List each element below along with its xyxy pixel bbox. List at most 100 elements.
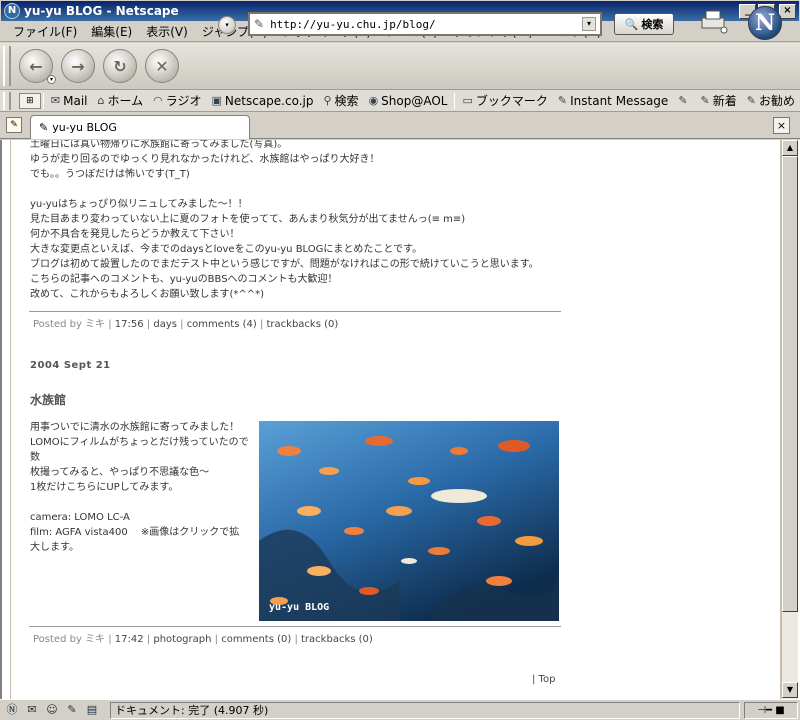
reload-button[interactable]: ↻ <box>103 49 137 83</box>
post2-body-line: camera: LOMO LC-A <box>30 512 130 523</box>
tab-label: yu-yu BLOG <box>52 121 117 134</box>
bookmark-link-icon: ✎ <box>746 94 756 107</box>
bookmark-link-icon: ✎ <box>557 94 568 107</box>
post1-line: yu-yuはちょっぴり似リニュしてみました～！！ <box>30 199 248 210</box>
tab-strip: ✎ ✎ yu-yu BLOG × <box>0 113 800 139</box>
post2-comments-link[interactable]: comments (0) <box>221 634 291 645</box>
folder-icon: ▭ <box>462 94 473 107</box>
bookmark-recommend[interactable]: ✎ お勧め <box>742 92 800 109</box>
aquarium-photo[interactable]: yu-yu BLOG <box>259 421 559 621</box>
bookmark-search[interactable]: ⚲ 検索 <box>318 92 363 109</box>
address-book-icon[interactable]: ▤ <box>84 702 100 718</box>
composer-status-icon[interactable]: ✎ <box>64 702 80 718</box>
post1-line: こちらの記事へのコメントも、yu-yuのBBSへのコメントも大歓迎！ <box>30 274 338 285</box>
bookmark-folder-label: ブックマーク <box>475 94 548 108</box>
search-button[interactable]: 🔍 検索 <box>614 13 674 35</box>
bookmark-folder[interactable]: ▭ ブックマーク <box>457 92 552 109</box>
bookmark-netscape[interactable]: ▣ Netscape.co.jp <box>207 94 319 108</box>
netscape-logo[interactable]: N <box>748 6 782 40</box>
reload-icon: ↻ <box>113 56 127 76</box>
close-tab-button[interactable]: × <box>773 117 790 134</box>
back-dropdown-icon[interactable]: ▾ <box>47 75 56 84</box>
post1-line: 見た目あまり変わっていない上に夏のフォトを使ってて、あんまり秋気分が出てませんっ… <box>30 214 466 225</box>
back-arrow-icon: ← <box>29 56 43 76</box>
post2-category-link[interactable]: photograph <box>153 634 211 645</box>
bookmark-radio[interactable]: ◠ ラジオ <box>148 92 206 109</box>
aquarium-fish-illustration <box>259 421 559 621</box>
separator <box>454 92 456 109</box>
forward-button[interactable]: → <box>61 49 95 83</box>
status-text: ドキュメント: 完了 (4.907 秒) <box>110 701 740 719</box>
mail-icon: ✉ <box>50 94 61 107</box>
post1-author: Posted by ミキ <box>33 319 106 330</box>
post1-line: ゆうが走り回るのでゆっくり見れなかったけれど、水族館はやっぱり大好き！ <box>30 154 380 165</box>
bookmark-shop-aol-label: Shop@AOL <box>381 93 448 108</box>
post1-footer: Posted by ミキ | 17:56 | days | comments (… <box>33 319 339 330</box>
post1-time-link[interactable]: 17:56 <box>115 319 144 330</box>
bookmark-mail[interactable]: ✉ Mail <box>46 94 93 108</box>
aim-status-icon[interactable]: ☺ <box>44 702 60 718</box>
post2-body-line: 大します。 <box>30 542 79 553</box>
aol-icon: ◉ <box>368 94 379 107</box>
post1-line: 改めて、これからもよろしくお願い致します(*^^*) <box>30 289 265 300</box>
navigation-toolbar: ← ▾ → ↻ ✕ <box>0 43 800 90</box>
home-icon: ⌂ <box>97 94 105 107</box>
bookmark-shop-aol[interactable]: ◉ Shop@AOL <box>364 94 453 108</box>
search-icon: ⚲ <box>323 94 332 107</box>
close-window-button[interactable]: × <box>779 3 796 19</box>
post2-trackbacks-link[interactable]: trackbacks (0) <box>301 634 373 645</box>
top-link[interactable]: | Top <box>532 674 555 685</box>
post2-body-line: 用事ついでに清水の水族館に寄ってみました！ <box>30 422 240 433</box>
bookmark-link-icon: ✎ <box>678 94 688 107</box>
post2-author: Posted by ミキ <box>33 634 106 645</box>
bookmark-new[interactable]: ✎ 新着 <box>696 92 742 109</box>
scroll-up-button[interactable]: ▲ <box>782 140 798 156</box>
scroll-thumb[interactable] <box>782 156 798 612</box>
headphones-icon: ◠ <box>153 94 163 107</box>
new-tab-button[interactable]: ⊞ <box>18 92 41 109</box>
post1-line: でも。。うつぼだけは怖いです(T_T) <box>30 169 190 180</box>
post2-body-spacer <box>30 495 256 510</box>
vertical-scrollbar[interactable]: ▲ ▼ <box>781 140 798 699</box>
url-input[interactable] <box>270 17 582 31</box>
url-dropdown-icon[interactable]: ▾ <box>582 17 596 31</box>
toolbar-grip[interactable] <box>3 46 11 86</box>
separator <box>42 92 44 109</box>
back-button[interactable]: ← ▾ <box>19 49 56 84</box>
url-bar[interactable]: ✎ ▾ <box>248 12 602 36</box>
mail-status-icon[interactable]: ✉ <box>24 702 40 718</box>
tab-yu-yu-blog[interactable]: ✎ yu-yu BLOG <box>30 115 250 139</box>
bookmark-radio-label: ラジオ <box>165 94 202 108</box>
stop-button[interactable]: ✕ <box>145 49 179 83</box>
menu-file[interactable]: ファイル(F) <box>6 23 84 40</box>
page-content: 土曜日には真い物帰りに水族館に寄ってみました(写真)。 ゆうが走り回るのでゆっく… <box>0 140 800 699</box>
post1-category-link[interactable]: days <box>153 319 177 330</box>
netscape-status-icon[interactable]: Ⓝ <box>4 702 20 718</box>
post1-comments-link[interactable]: comments (4) <box>187 319 257 330</box>
bookmark-netscape-label: Netscape.co.jp <box>224 93 314 108</box>
post1-divider <box>29 311 561 312</box>
my-netscape-icon: ▣ <box>211 94 222 107</box>
print-icon[interactable] <box>698 8 728 34</box>
photo-watermark: yu-yu BLOG <box>269 602 330 613</box>
new-tab-icon[interactable]: ✎ <box>6 117 22 133</box>
menu-edit[interactable]: 編集(E) <box>84 23 139 40</box>
post2-body-line: 1枚だけこちらにUPしてみます。 <box>30 482 179 493</box>
personal-toolbar-grip[interactable] <box>3 91 11 110</box>
menu-view[interactable]: 表示(V) <box>139 23 195 40</box>
stop-icon: ✕ <box>155 56 169 76</box>
post2-title[interactable]: 水族館 <box>30 391 66 408</box>
scroll-down-button[interactable]: ▼ <box>782 682 798 698</box>
bookmark-blank[interactable]: ✎ <box>673 94 695 107</box>
history-dropdown-button[interactable]: ▾ <box>218 16 236 34</box>
netscape-app-icon[interactable]: N <box>4 3 20 19</box>
post1-trackbacks-link[interactable]: trackbacks (0) <box>267 319 339 330</box>
connection-status-icon: ⊣━ ■ <box>744 701 798 719</box>
bookmark-instant-message[interactable]: ✎ Instant Message <box>553 94 673 108</box>
page-icon: ✎ <box>254 17 265 31</box>
post1-line: 土曜日には真い物帰りに水族館に寄ってみました(写真)。 <box>30 140 288 150</box>
post2-time-link[interactable]: 17:42 <box>115 634 144 645</box>
bookmark-home[interactable]: ⌂ ホーム <box>93 92 149 109</box>
status-bar: Ⓝ ✉ ☺ ✎ ▤ ドキュメント: 完了 (4.907 秒) ⊣━ ■ <box>0 699 800 720</box>
bookmark-link-icon: ✎ <box>700 94 710 107</box>
